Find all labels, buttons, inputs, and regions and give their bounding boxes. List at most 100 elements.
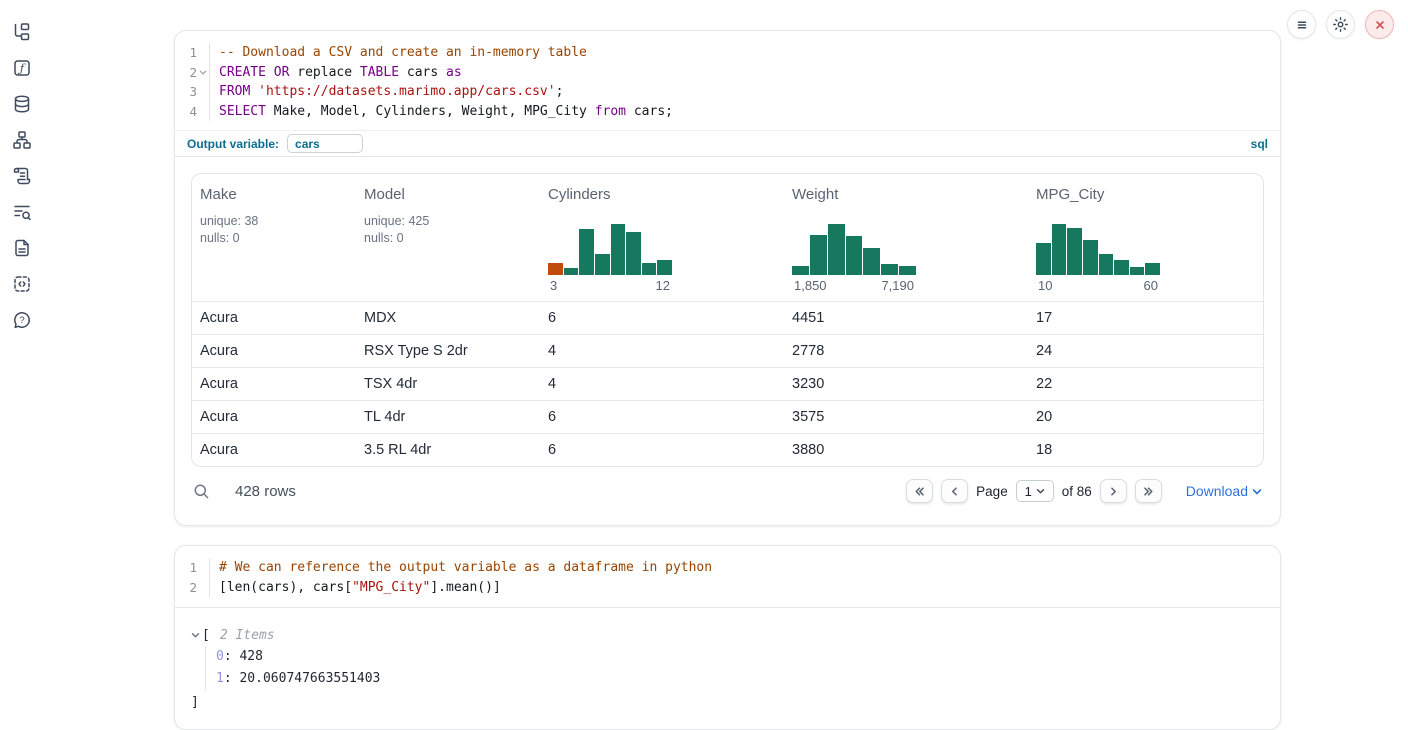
python-code-editor[interactable]: 1 # We can reference the output variable … — [175, 546, 1280, 606]
output-variable-input[interactable] — [287, 134, 363, 153]
column-header: Weight 1,8507,190 — [784, 174, 1028, 301]
stat-line: unique: 38 — [200, 213, 348, 230]
histogram-bar — [564, 268, 579, 275]
column-histogram[interactable] — [792, 223, 916, 275]
column-name[interactable]: MPG_City — [1036, 186, 1255, 203]
histogram-bar — [1099, 254, 1114, 275]
code-token: ].mean()] — [430, 580, 500, 595]
settings-gear-icon[interactable] — [1326, 10, 1355, 39]
next-page-button[interactable] — [1100, 479, 1127, 503]
code-line: 1-- Download a CSV and create an in-memo… — [175, 43, 1280, 63]
svg-text:?: ? — [19, 315, 24, 326]
shutdown-close-icon[interactable] — [1365, 10, 1394, 39]
table-cell: 22 — [1028, 376, 1263, 392]
table-cell: Acura — [192, 343, 356, 359]
snippets-icon[interactable] — [12, 274, 32, 294]
search-icon[interactable] — [193, 481, 213, 501]
axis-min-label: 3 — [550, 278, 557, 293]
notebook-actions — [1287, 10, 1394, 39]
code-text[interactable]: # We can reference the output variable a… — [209, 558, 1280, 578]
tree-collapse-icon[interactable] — [191, 631, 202, 639]
code-text[interactable]: -- Download a CSV and create an in-memor… — [209, 43, 1280, 63]
table-cell: 2778 — [784, 343, 1028, 359]
histogram-bar — [863, 248, 880, 275]
table-row[interactable]: Acura3.5 RL 4dr6388018 — [192, 433, 1263, 466]
last-page-button[interactable] — [1135, 479, 1162, 503]
histogram-bar — [1036, 243, 1051, 275]
code-token: # We can reference the output variable a… — [219, 560, 712, 575]
table-cell: 3575 — [784, 409, 1028, 425]
code-token — [250, 84, 258, 99]
file-tree-icon[interactable] — [12, 22, 32, 42]
histogram-bar — [579, 229, 594, 275]
table-cell: 6 — [540, 409, 784, 425]
code-text[interactable]: CREATE OR replace TABLE cars as — [209, 63, 1280, 83]
table-cell: Acura — [192, 376, 356, 392]
menu-icon[interactable] — [1287, 10, 1316, 39]
table-cell: Acura — [192, 310, 356, 326]
tree-entry-separator: : — [224, 671, 240, 686]
table-cell: 4 — [540, 343, 784, 359]
page-number-select[interactable]: 1 — [1016, 480, 1054, 502]
tree-entry[interactable]: 0: 428 — [216, 646, 1264, 669]
column-header: Cylinders312 — [540, 174, 784, 301]
code-text[interactable]: SELECT Make, Model, Cylinders, Weight, M… — [209, 102, 1280, 122]
column-name[interactable]: Make — [200, 186, 348, 203]
code-token: CREATE — [219, 65, 266, 80]
tree-entry-key: 1 — [216, 671, 224, 686]
output-variable-label: Output variable: — [187, 137, 279, 151]
column-histogram[interactable] — [548, 223, 672, 275]
chevron-down-icon — [1252, 487, 1262, 496]
column-name[interactable]: Model — [364, 186, 532, 203]
table-cell: Acura — [192, 442, 356, 458]
code-text[interactable]: [len(cars), cars["MPG_City"].mean()] — [209, 578, 1280, 598]
table-row[interactable]: AcuraTL 4dr6357520 — [192, 400, 1263, 433]
tree-entries: 0: 4281: 20.060747663551403 — [205, 646, 1264, 691]
code-text[interactable]: FROM 'https://datasets.marimo.app/cars.c… — [209, 82, 1280, 102]
help-icon[interactable]: ? — [12, 310, 32, 330]
code-line: 1 # We can reference the output variable … — [175, 558, 1280, 578]
histogram-bar — [626, 232, 641, 275]
histogram-bar — [1130, 267, 1145, 275]
histogram-bar — [828, 224, 845, 275]
fold-chevron-icon[interactable] — [197, 63, 209, 83]
logs-icon[interactable] — [12, 166, 32, 186]
previous-page-button[interactable] — [941, 479, 968, 503]
svg-text:ƒ: ƒ — [17, 61, 26, 75]
table-cell: 6 — [540, 310, 784, 326]
data-table: Make unique: 38nulls: 0 Modelunique: 425nu… — [191, 173, 1264, 467]
tree-entry[interactable]: 1: 20.060747663551403 — [216, 668, 1264, 691]
line-number: 1 — [175, 558, 197, 578]
tree-entry-value: 428 — [239, 649, 262, 664]
column-header: Make unique: 38nulls: 0 — [192, 174, 356, 301]
table-row[interactable]: AcuraMDX6445117 — [192, 301, 1263, 334]
fold-gutter — [197, 102, 209, 122]
table-row[interactable]: AcuraTSX 4dr4323022 — [192, 367, 1263, 400]
code-line: 2CREATE OR replace TABLE cars as — [175, 63, 1280, 83]
column-name[interactable]: Cylinders — [548, 186, 776, 203]
column-name[interactable]: Weight — [792, 186, 1020, 203]
dependencies-icon[interactable] — [12, 130, 32, 150]
datasources-icon[interactable] — [12, 94, 32, 114]
code-token: [len(cars), cars[ — [219, 580, 352, 595]
table-cell: Acura — [192, 409, 356, 425]
download-button[interactable]: Download — [1186, 483, 1262, 499]
first-page-button[interactable] — [906, 479, 933, 503]
sql-code-editor[interactable]: 1-- Download a CSV and create an in-memo… — [175, 31, 1280, 130]
table-cell: 6 — [540, 442, 784, 458]
outline-search-icon[interactable] — [12, 202, 32, 222]
histogram-bar — [657, 260, 672, 275]
histogram-bar — [1052, 224, 1067, 275]
histogram-axis-labels: 1,8507,190 — [792, 278, 916, 293]
code-line: 2[len(cars), cars["MPG_City"].mean()] — [175, 578, 1280, 598]
table-row[interactable]: AcuraRSX Type S 2dr4277824 — [192, 334, 1263, 367]
code-token: FROM — [219, 84, 250, 99]
stat-line: nulls: 0 — [200, 230, 348, 247]
code-token: ; — [556, 84, 564, 99]
column-histogram[interactable] — [1036, 223, 1160, 275]
histogram-axis-labels: 1060 — [1036, 278, 1160, 293]
scratchpad-icon[interactable] — [12, 238, 32, 258]
variables-icon[interactable]: ƒ — [12, 58, 32, 78]
table-cell: 4451 — [784, 310, 1028, 326]
column-header: Modelunique: 425nulls: 0 — [356, 174, 540, 301]
